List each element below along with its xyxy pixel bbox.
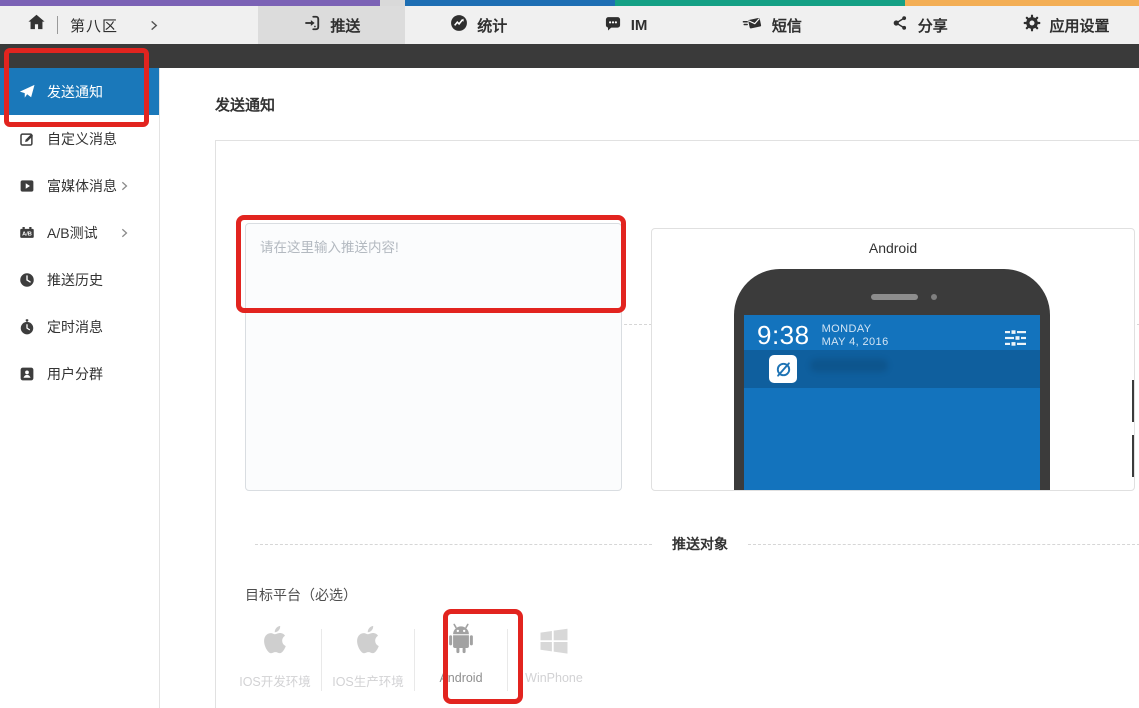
tab-label: 推送 bbox=[330, 15, 360, 36]
platform-label: IOS开发环境 bbox=[239, 671, 311, 690]
phone-camera-dot bbox=[931, 294, 937, 300]
divider-line bbox=[255, 544, 652, 545]
section-divider-target: 推送对象 bbox=[255, 536, 1139, 552]
phone-date-block: MONDAY MAY 4, 2016 bbox=[822, 323, 889, 349]
apple-icon bbox=[351, 615, 385, 659]
apple-icon bbox=[258, 615, 292, 659]
sidebar-item-custom-message[interactable]: 自定义消息 bbox=[0, 115, 159, 162]
tab-label: 统计 bbox=[477, 15, 507, 36]
tab-push[interactable]: 推送 bbox=[258, 6, 405, 44]
sidebar-item-label: 定时消息 bbox=[47, 317, 103, 337]
sidebar-item-label: 富媒体消息 bbox=[47, 176, 117, 196]
tab-label: 短信 bbox=[772, 15, 802, 36]
platform-ios-dev[interactable]: IOS开发环境 bbox=[229, 615, 321, 690]
sidebar-item-label: A/B测试 bbox=[47, 223, 98, 243]
sidebar: 发送通知 自定义消息 富媒体消息 bbox=[0, 68, 160, 708]
phone-date: MAY 4, 2016 bbox=[822, 336, 889, 349]
chevron-right-icon bbox=[119, 178, 129, 194]
edit-icon bbox=[17, 129, 36, 148]
top-navbar: 第八区 推送 统计 bbox=[0, 6, 1139, 44]
platform-android[interactable]: Android bbox=[415, 615, 507, 685]
tab-label: IM bbox=[631, 17, 648, 34]
svg-text:A/B: A/B bbox=[22, 231, 32, 237]
sidebar-item-label: 推送历史 bbox=[47, 270, 103, 290]
phone-time: 9:38 bbox=[757, 321, 810, 349]
tab-stats[interactable]: 统计 bbox=[405, 6, 552, 44]
jpush-app-icon bbox=[769, 355, 797, 383]
gear-icon bbox=[1022, 13, 1042, 37]
platform-label: WinPhone bbox=[525, 671, 583, 685]
sidebar-item-label: 发送通知 bbox=[47, 82, 103, 102]
phone-status-row: 9:38 MONDAY MAY 4, 2016 bbox=[744, 315, 1040, 349]
divider-line bbox=[748, 544, 1139, 545]
platform-label: Android bbox=[439, 671, 482, 685]
stats-icon bbox=[449, 13, 469, 37]
sidebar-item-scheduled-message[interactable]: 定时消息 bbox=[0, 303, 159, 350]
sidebar-item-push-history[interactable]: 推送历史 bbox=[0, 256, 159, 303]
subheader-dark-bar bbox=[0, 44, 1139, 68]
tab-label: 分享 bbox=[918, 15, 948, 36]
chevron-right-icon bbox=[119, 225, 129, 241]
sidebar-item-ab-test[interactable]: A/B A/B测试 bbox=[0, 209, 159, 256]
project-switcher[interactable]: 第八区 bbox=[0, 6, 258, 44]
home-icon[interactable] bbox=[26, 12, 47, 38]
project-name: 第八区 bbox=[70, 15, 118, 36]
platform-label: IOS生产环境 bbox=[332, 671, 404, 690]
phone-side-button bbox=[1132, 380, 1135, 422]
paper-plane-icon bbox=[17, 82, 36, 101]
tab-app-settings[interactable]: 应用设置 bbox=[992, 6, 1139, 44]
push-content-input[interactable] bbox=[245, 223, 622, 491]
phone-weekday: MONDAY bbox=[822, 323, 889, 336]
chevron-right-icon[interactable] bbox=[148, 20, 159, 31]
tab-share[interactable]: 分享 bbox=[845, 6, 992, 44]
phone-side-button bbox=[1132, 435, 1135, 477]
main-content: 发送通知 推送内容 Android 9:38 MONDAY bbox=[160, 68, 1139, 708]
platform-selector: IOS开发环境 IOS生产环境 bbox=[229, 615, 600, 691]
page-title: 发送通知 bbox=[215, 94, 275, 115]
platform-ios-prod[interactable]: IOS生产环境 bbox=[322, 615, 414, 690]
push-form-panel: 推送内容 Android 9:38 MONDAY MAY 4, 2016 bbox=[215, 140, 1139, 708]
notification-ghost-text bbox=[810, 359, 888, 372]
sidebar-item-user-segment[interactable]: 用户分群 bbox=[0, 350, 159, 397]
sidebar-item-send-notification[interactable]: 发送通知 bbox=[0, 68, 159, 115]
preview-os-label: Android bbox=[652, 240, 1134, 256]
play-icon bbox=[17, 176, 36, 195]
target-platform-label: 目标平台（必选） bbox=[245, 585, 357, 605]
clock-icon bbox=[17, 270, 36, 289]
sidebar-item-label: 用户分群 bbox=[47, 364, 103, 384]
timer-icon bbox=[17, 317, 36, 336]
phone-speaker bbox=[871, 294, 918, 300]
users-icon bbox=[17, 364, 36, 383]
tab-sms[interactable]: 短信 bbox=[698, 6, 845, 44]
sliders-icon bbox=[1005, 330, 1026, 351]
phone-mockup: 9:38 MONDAY MAY 4, 2016 bbox=[734, 269, 1050, 491]
windows-icon bbox=[536, 615, 572, 659]
phone-screen: 9:38 MONDAY MAY 4, 2016 bbox=[744, 315, 1040, 491]
section-title: 推送对象 bbox=[672, 534, 728, 554]
notification-band bbox=[744, 350, 1040, 388]
body-row: 发送通知 自定义消息 富媒体消息 bbox=[0, 68, 1139, 708]
sidebar-item-label: 自定义消息 bbox=[47, 129, 117, 149]
push-icon bbox=[302, 13, 322, 37]
tab-label: 应用设置 bbox=[1050, 15, 1110, 36]
ab-test-icon: A/B bbox=[17, 223, 36, 242]
sidebar-item-rich-media[interactable]: 富媒体消息 bbox=[0, 162, 159, 209]
share-icon bbox=[890, 13, 910, 37]
sms-icon bbox=[742, 13, 764, 37]
navbar-divider bbox=[57, 16, 58, 34]
android-icon bbox=[442, 615, 480, 659]
platform-winphone[interactable]: WinPhone bbox=[508, 615, 600, 685]
im-icon bbox=[603, 13, 623, 37]
android-preview-card: Android 9:38 MONDAY MAY 4, 2016 bbox=[651, 228, 1135, 491]
tab-im[interactable]: IM bbox=[552, 6, 699, 44]
